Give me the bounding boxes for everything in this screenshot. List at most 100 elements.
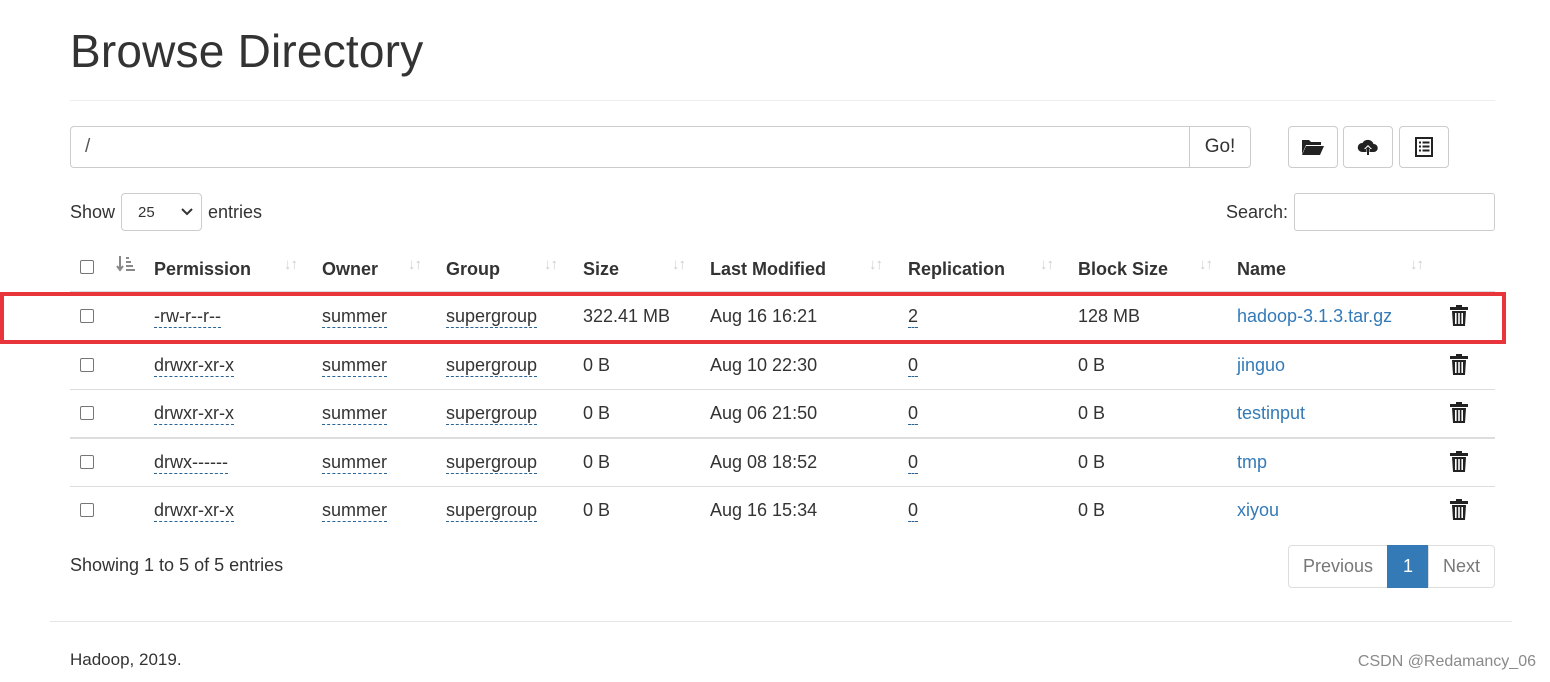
sort-icon[interactable]: ↓↑ [544, 256, 558, 273]
permission-cell-text[interactable]: drwxr-xr-x [154, 402, 234, 425]
permission-cell[interactable]: drwx------ [154, 439, 228, 487]
sort-asc-icon[interactable] [116, 254, 136, 278]
replication-cell-text[interactable]: 0 [908, 354, 919, 377]
file-name-link-text[interactable]: hadoop-3.1.3.tar.gz [1237, 306, 1392, 326]
sort-icon[interactable]: ↓↑ [869, 256, 883, 273]
column-header-last-modified[interactable]: Last Modified [710, 245, 826, 293]
replication-cell-text[interactable]: 0 [908, 499, 919, 522]
select-all-checkbox[interactable] [80, 245, 94, 293]
delete-button[interactable] [1450, 402, 1468, 428]
list-icon [1415, 137, 1433, 157]
replication-cell[interactable]: 0 [908, 342, 919, 390]
replication-cell-text[interactable]: 0 [908, 402, 919, 425]
owner-cell-text[interactable]: summer [322, 305, 388, 328]
file-name-link[interactable]: xiyou [1237, 487, 1279, 535]
column-header-block-size[interactable]: Block Size [1078, 245, 1168, 293]
group-cell-text[interactable]: supergroup [446, 499, 538, 522]
next-page-button[interactable]: Next [1427, 545, 1495, 588]
owner-cell-text[interactable]: summer [322, 499, 388, 522]
file-name-link-text[interactable]: xiyou [1237, 500, 1279, 520]
size-cell-text: 322.41 MB [583, 306, 671, 326]
replication-cell[interactable]: 0 [908, 439, 919, 487]
trash-icon [1450, 305, 1468, 326]
group-cell-text[interactable]: supergroup [446, 451, 538, 474]
permission-cell-text[interactable]: -rw-r--r-- [154, 305, 221, 328]
table-row: drwxr-xr-x summer supergroup 0 B Aug 06 21:5… [70, 390, 1495, 439]
cloud-upload-icon [1357, 139, 1378, 156]
sort-icon[interactable]: ↓↑ [1040, 256, 1054, 273]
go-button[interactable]: Go! [1189, 126, 1251, 168]
row-checkbox[interactable] [80, 487, 94, 535]
column-header-size[interactable]: Size [583, 245, 619, 293]
owner-cell[interactable]: summer [322, 487, 388, 535]
file-name-link[interactable]: hadoop-3.1.3.tar.gz [1237, 293, 1392, 341]
row-checkbox[interactable] [80, 439, 94, 487]
search-control: Search: [1226, 193, 1495, 231]
owner-cell-text[interactable]: summer [322, 451, 388, 474]
owner-cell[interactable]: summer [322, 439, 388, 487]
replication-cell[interactable]: 0 [908, 390, 919, 438]
file-name-link[interactable]: tmp [1237, 439, 1267, 487]
permission-cell[interactable]: -rw-r--r-- [154, 293, 221, 341]
sort-icon[interactable]: ↓↑ [1410, 256, 1424, 273]
sort-icon[interactable]: ↓↑ [672, 256, 686, 273]
group-cell[interactable]: supergroup [446, 439, 538, 487]
replication-cell-text[interactable]: 2 [908, 305, 919, 328]
column-header-group[interactable]: Group [446, 245, 500, 293]
file-name-link-text[interactable]: jinguo [1237, 355, 1285, 375]
group-cell[interactable]: supergroup [446, 342, 538, 390]
delete-button[interactable] [1450, 305, 1468, 331]
last-modified-cell-text: Aug 10 22:30 [710, 354, 818, 375]
file-name-link-text[interactable]: testinput [1237, 403, 1305, 423]
pagination: Previous 1 Next [1287, 545, 1495, 588]
entries-select[interactable]: 25 [121, 193, 203, 231]
group-cell-text[interactable]: supergroup [446, 402, 538, 425]
delete-button[interactable] [1450, 353, 1468, 380]
sort-icon[interactable]: ↓↑ [284, 256, 298, 273]
search-input[interactable] [1294, 193, 1495, 231]
path-input[interactable] [70, 126, 1189, 168]
delete-button[interactable] [1450, 450, 1468, 477]
delete-button[interactable] [1450, 499, 1468, 525]
owner-cell[interactable]: summer [322, 390, 388, 438]
size-cell: 0 B [583, 439, 610, 487]
permission-cell[interactable]: drwxr-xr-x [154, 487, 234, 535]
group-cell[interactable]: supergroup [446, 390, 538, 438]
owner-cell-text[interactable]: summer [322, 402, 388, 425]
sort-icon[interactable]: ↓↑ [408, 256, 422, 273]
previous-page-button[interactable]: Previous [1287, 545, 1388, 588]
entries-label: entries [208, 201, 263, 222]
owner-cell[interactable]: summer [322, 293, 388, 341]
row-checkbox[interactable] [80, 342, 94, 390]
cut-paste-button[interactable] [1399, 126, 1449, 168]
group-cell-text[interactable]: supergroup [446, 305, 538, 328]
page-1-button[interactable]: 1 [1386, 545, 1429, 588]
file-name-link-text[interactable]: tmp [1237, 452, 1267, 472]
column-header-replication[interactable]: Replication [908, 245, 1005, 293]
replication-cell[interactable]: 0 [908, 487, 919, 535]
permission-cell[interactable]: drwxr-xr-x [154, 390, 234, 438]
replication-cell[interactable]: 2 [908, 293, 919, 341]
column-header-name[interactable]: Name [1237, 245, 1286, 293]
column-header-permission[interactable]: Permission [154, 245, 251, 293]
column-header-owner[interactable]: Owner [322, 245, 378, 293]
permission-cell-text[interactable]: drwx------ [154, 451, 228, 474]
row-checkbox[interactable] [80, 293, 94, 341]
permission-cell-text[interactable]: drwxr-xr-x [154, 499, 234, 522]
row-checkbox[interactable] [80, 390, 94, 438]
upload-files-button[interactable] [1343, 126, 1393, 168]
create-directory-button[interactable] [1288, 126, 1338, 168]
owner-cell-text[interactable]: summer [322, 354, 388, 377]
trash-icon [1450, 450, 1468, 472]
group-cell[interactable]: supergroup [446, 487, 538, 535]
owner-cell[interactable]: summer [322, 342, 388, 390]
sort-icon[interactable]: ↓↑ [1199, 256, 1213, 273]
group-cell-text[interactable]: supergroup [446, 354, 538, 377]
file-name-link[interactable]: testinput [1237, 390, 1305, 438]
permission-cell-text[interactable]: drwxr-xr-x [154, 354, 234, 377]
group-cell[interactable]: supergroup [446, 293, 538, 341]
permission-cell[interactable]: drwxr-xr-x [154, 342, 234, 390]
block-size-cell: 0 B [1078, 342, 1105, 390]
replication-cell-text[interactable]: 0 [908, 451, 919, 474]
file-name-link[interactable]: jinguo [1237, 342, 1285, 390]
